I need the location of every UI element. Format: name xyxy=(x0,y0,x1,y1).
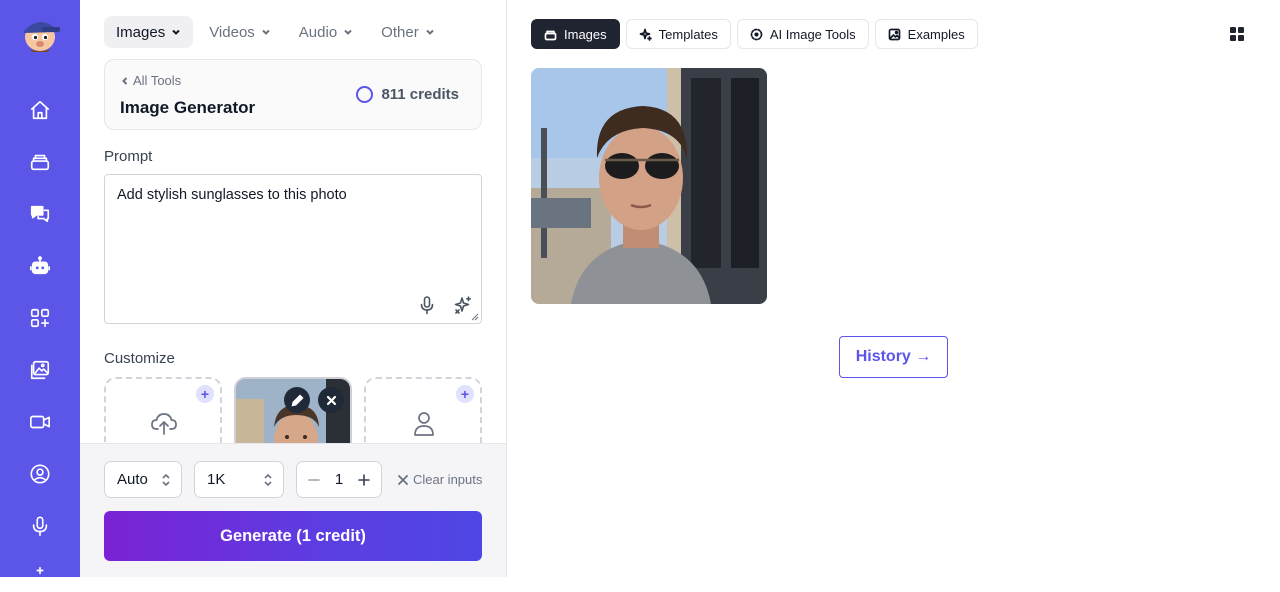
tab-label: Other xyxy=(381,23,419,41)
add-icon[interactable]: + xyxy=(196,385,214,403)
enhance-prompt-button[interactable] xyxy=(453,295,473,315)
prompt-label: Prompt xyxy=(104,148,153,165)
user-circle-icon xyxy=(29,463,51,490)
tab-label: Templates xyxy=(658,26,718,42)
tab-examples[interactable]: Examples xyxy=(874,19,978,49)
grid-icon xyxy=(1230,27,1244,41)
generated-image[interactable] xyxy=(531,68,767,304)
rail-video[interactable] xyxy=(28,412,52,436)
tab-images[interactable]: Images xyxy=(104,16,194,48)
voice-input-button[interactable] xyxy=(417,295,437,315)
credits-label: 811 credits xyxy=(381,86,459,103)
chevron-left-icon xyxy=(122,76,128,85)
app-logo-icon[interactable] xyxy=(18,14,62,54)
remove-photo-button[interactable] xyxy=(318,387,344,413)
resolution-value: 1K xyxy=(207,471,226,488)
rail-profile[interactable] xyxy=(28,463,52,490)
back-label: All Tools xyxy=(133,73,182,88)
mic-icon xyxy=(29,515,51,542)
stack-icon xyxy=(544,30,557,40)
home-icon xyxy=(29,99,51,126)
rail-chat[interactable] xyxy=(28,204,52,228)
sparkle-icon xyxy=(639,28,652,41)
category-tabs: Images Videos Audio Other xyxy=(104,16,451,48)
gallery-icon xyxy=(29,359,51,386)
chevron-down-icon xyxy=(344,29,352,35)
tab-audio[interactable]: Audio xyxy=(287,16,365,48)
clear-inputs-button[interactable]: Clear inputs xyxy=(398,472,482,487)
tab-label: Videos xyxy=(209,23,255,41)
rail-layers[interactable] xyxy=(28,152,52,176)
resolution-select[interactable]: 1K xyxy=(194,461,284,498)
mic-icon xyxy=(420,296,434,315)
chevron-down-icon xyxy=(172,29,180,35)
rail-more[interactable] xyxy=(28,566,52,590)
tab-label: Images xyxy=(116,23,166,41)
chevron-down-icon xyxy=(425,29,434,35)
decrement-button[interactable] xyxy=(307,473,321,487)
tab-label: Images xyxy=(564,26,607,42)
updown-chevron-icon xyxy=(161,472,171,488)
prompt-textarea[interactable]: Add stylish sunglasses to this photo xyxy=(104,174,482,324)
close-icon xyxy=(398,474,408,485)
main-tabs: Images Templates AI Image Tools Examples xyxy=(531,19,978,49)
all-tools-link[interactable]: All Tools xyxy=(121,73,181,88)
customize-label: Customize xyxy=(104,350,175,367)
video-icon xyxy=(29,411,51,438)
tab-ai-image-tools[interactable]: AI Image Tools xyxy=(736,19,869,49)
robot-icon xyxy=(29,255,51,282)
image-icon xyxy=(888,28,901,40)
apps-icon xyxy=(29,307,51,334)
history-button[interactable]: History → xyxy=(839,336,948,378)
tab-label: Audio xyxy=(298,23,338,41)
chevron-down-icon xyxy=(262,29,270,35)
generated-image-preview xyxy=(531,68,767,304)
generate-button[interactable]: Generate (1 credit) xyxy=(104,511,482,561)
clear-label: Clear inputs xyxy=(413,472,483,487)
tab-label: Examples xyxy=(907,26,965,42)
left-rail xyxy=(0,0,80,577)
aspect-ratio-select[interactable]: Auto xyxy=(104,461,182,498)
tool-panel: Images Videos Audio Other All Tools Imag… xyxy=(80,0,507,577)
rail-apps[interactable] xyxy=(28,308,52,332)
grid-view-toggle[interactable] xyxy=(1229,26,1245,42)
resize-handle-icon[interactable] xyxy=(471,313,479,321)
credits-badge[interactable]: 811 credits xyxy=(356,86,459,103)
tool-title: Image Generator xyxy=(120,98,256,117)
plus-icon xyxy=(358,473,370,486)
sparkle-icon xyxy=(29,565,51,592)
increment-button[interactable] xyxy=(357,473,371,487)
rail-gallery[interactable] xyxy=(28,360,52,384)
generation-controls: Auto 1K 1 Clear inputs Generate (1 credi… xyxy=(80,443,506,577)
credits-ring-icon xyxy=(356,86,374,103)
add-icon[interactable]: + xyxy=(456,385,474,403)
chat-icon xyxy=(29,203,51,230)
tab-videos[interactable]: Videos xyxy=(197,16,283,48)
prompt-value: Add stylish sunglasses to this photo xyxy=(117,187,347,203)
rail-mic[interactable] xyxy=(28,515,52,542)
pencil-icon xyxy=(291,393,304,406)
tab-images-results[interactable]: Images xyxy=(531,19,620,49)
tool-header-card: All Tools Image Generator 811 credits xyxy=(104,59,482,130)
rail-home[interactable] xyxy=(28,100,52,124)
dashed-circle-icon xyxy=(750,28,763,40)
layers-icon xyxy=(29,151,51,178)
aspect-value: Auto xyxy=(117,471,148,488)
tab-label: AI Image Tools xyxy=(769,26,856,42)
sparkle-icon xyxy=(454,296,471,314)
image-count-stepper: 1 xyxy=(296,461,382,498)
rail-robot[interactable] xyxy=(28,255,52,282)
tab-other[interactable]: Other xyxy=(369,16,447,48)
minus-icon xyxy=(308,478,320,481)
person-icon xyxy=(410,409,438,437)
count-value: 1 xyxy=(334,471,344,488)
tab-templates[interactable]: Templates xyxy=(625,19,731,49)
edit-photo-button[interactable] xyxy=(284,387,310,413)
close-icon xyxy=(326,395,336,405)
upload-cloud-icon xyxy=(150,409,178,437)
updown-chevron-icon xyxy=(263,472,273,488)
